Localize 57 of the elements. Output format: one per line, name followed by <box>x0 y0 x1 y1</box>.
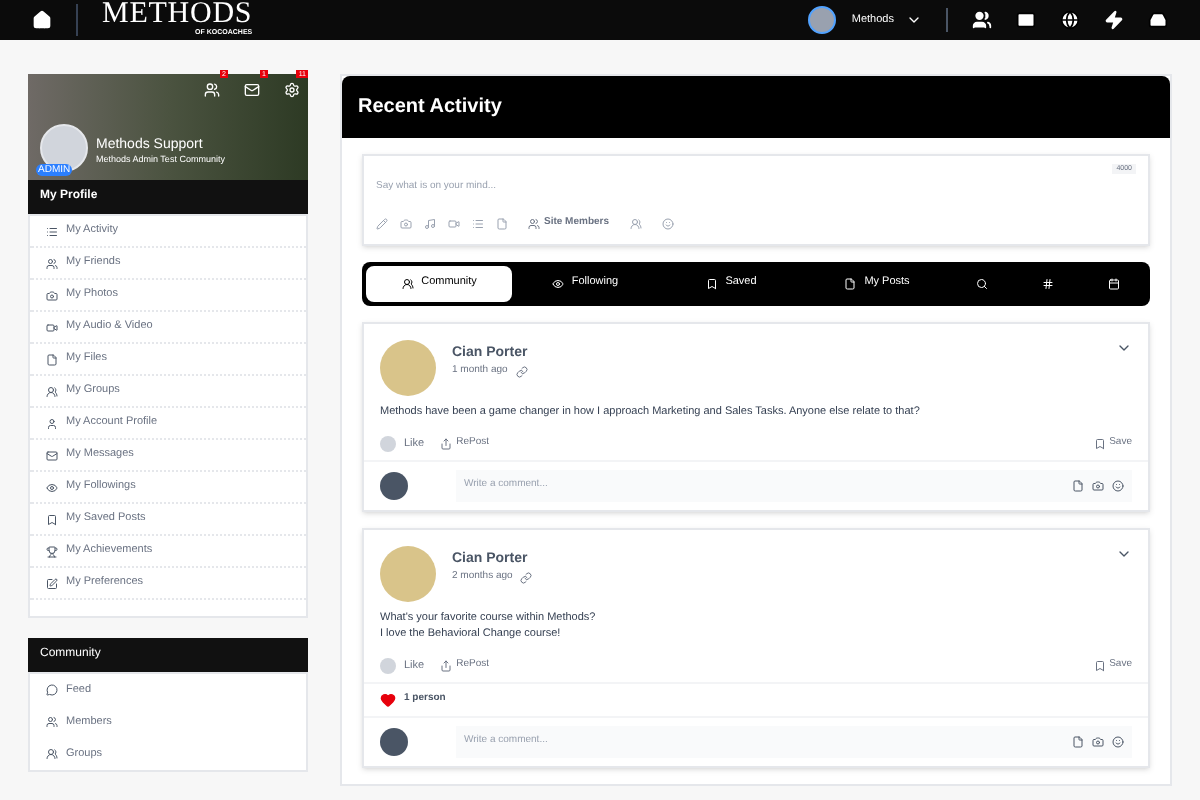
calendar-icon <box>1107 277 1120 289</box>
menu-icon <box>46 748 58 760</box>
avatar <box>380 471 408 500</box>
users-icon <box>528 217 540 230</box>
share-icon <box>440 659 453 672</box>
list-icon[interactable] <box>472 217 484 230</box>
friends-icon[interactable] <box>204 82 220 98</box>
like-icon <box>380 435 396 452</box>
music-icon[interactable] <box>424 217 436 230</box>
emoji-icon[interactable] <box>1112 736 1124 748</box>
menu-icon <box>46 716 58 728</box>
group-icon[interactable] <box>629 217 642 230</box>
search-icon <box>976 277 989 289</box>
menu-icon <box>46 545 58 557</box>
video-icon[interactable] <box>448 217 460 230</box>
menu-icon <box>46 257 58 269</box>
menu-icon <box>46 513 58 525</box>
camera-icon[interactable] <box>1092 736 1104 748</box>
menu-icon <box>46 417 58 429</box>
community-icon <box>401 277 414 289</box>
heart-icon <box>380 692 396 708</box>
menu-icon <box>46 684 58 696</box>
avatar[interactable] <box>807 6 836 34</box>
posts-icon <box>844 277 857 289</box>
settings-icon[interactable] <box>284 82 300 98</box>
users-icon[interactable] <box>972 10 992 30</box>
home-icon[interactable] <box>32 10 52 30</box>
menu-icon <box>46 449 58 461</box>
menu-icon <box>46 577 58 589</box>
link-icon[interactable] <box>520 572 533 584</box>
menu-icon <box>46 321 58 333</box>
logo[interactable]: METHODS <box>102 2 253 28</box>
caret-icon[interactable] <box>906 12 922 28</box>
avatar <box>380 728 408 756</box>
pencil-icon[interactable] <box>376 217 388 230</box>
menu-icon <box>46 385 58 397</box>
file-icon[interactable] <box>1072 479 1084 492</box>
menu-icon <box>46 289 58 301</box>
bolt-icon[interactable] <box>1104 10 1124 30</box>
photo-placeholder <box>380 545 436 602</box>
menu-icon <box>46 481 58 493</box>
globe-icon[interactable] <box>1060 10 1080 30</box>
saved-icon <box>705 277 718 289</box>
bookmark-icon <box>1093 659 1106 672</box>
emoji-icon[interactable] <box>1112 479 1124 492</box>
bookmark-icon <box>1093 437 1106 450</box>
file-icon[interactable] <box>1072 736 1084 748</box>
hashtag-icon <box>1042 277 1054 289</box>
share-icon <box>440 437 453 450</box>
like-icon <box>380 657 396 674</box>
menu-icon <box>46 353 58 365</box>
camera-icon[interactable] <box>1092 479 1104 492</box>
following-icon <box>551 277 564 289</box>
link-icon[interactable] <box>515 365 528 378</box>
photo-placeholder <box>380 339 436 395</box>
menu-icon <box>46 225 58 237</box>
page-title: Recent Activity <box>342 76 1170 138</box>
